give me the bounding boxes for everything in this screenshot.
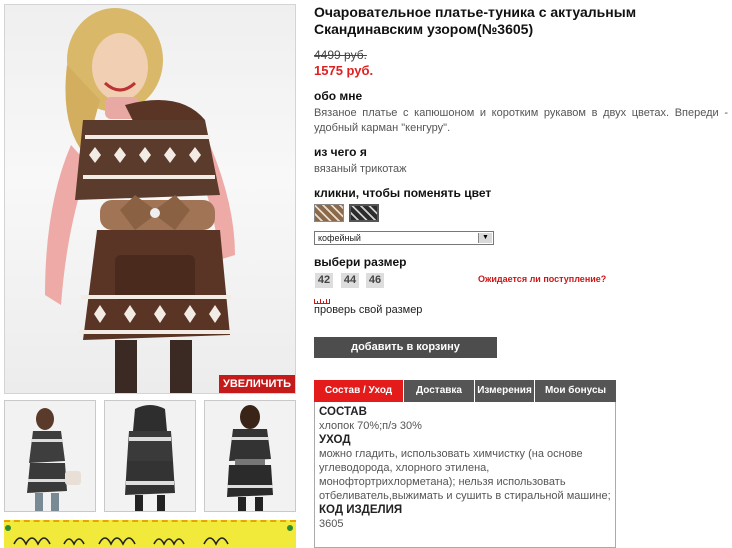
tab-bonuses[interactable]: Мои бонусы [535,380,616,402]
thumbnail-side[interactable] [204,400,296,512]
code-value: 3605 [319,518,344,530]
color-select[interactable]: кофейный ▼ [314,231,494,245]
info-tabs: Состав / Уход Доставка Измерения Мои бон… [314,380,616,402]
zoom-button[interactable]: УВЕЛИЧИТЬ [218,375,295,393]
tab-delivery[interactable]: Доставка [404,380,475,402]
promo-banner-art [5,525,293,546]
composition-text: хлопок 70%;п/э 30% [319,420,422,432]
about-heading: обо мне [314,89,363,103]
color-swatch-coffee[interactable] [314,204,344,222]
availability-link[interactable]: Ожидается ли поступление? [478,274,606,284]
model-illustration [45,8,235,393]
code-heading: КОД ИЗДЕЛИЯ [319,504,403,516]
thumbnail-back-image [125,405,175,511]
size-option-42[interactable]: 42 [315,273,333,288]
promo-banner[interactable] [4,520,296,548]
color-select-value: кофейный [318,233,361,243]
thumbnail-front[interactable] [4,400,96,512]
add-to-cart-button[interactable]: добавить в корзину [314,337,497,358]
color-heading: кликни, чтобы поменять цвет [314,186,492,200]
material-heading: из чего я [314,145,367,159]
material-text: вязаный трикотаж [314,163,407,175]
composition-heading: СОСТАВ [319,406,367,418]
tab-composition[interactable]: Состав / Уход [314,380,404,402]
size-heading: выбери размер [314,255,407,269]
ruler-icon [314,297,330,304]
thumbnail-front-image [27,408,81,511]
chevron-down-icon: ▼ [478,233,492,243]
size-option-44[interactable]: 44 [341,273,359,288]
care-text: можно гладить, использовать химчистку (н… [319,448,611,502]
thumbnail-back[interactable] [104,400,196,512]
about-text: Вязаное платье с капюшоном и коротким ру… [314,107,728,134]
old-price: 4499 руб. [314,48,367,62]
tab-measurements[interactable]: Измерения [475,380,535,402]
thumbnail-side-image [227,405,273,511]
product-title: Очаровательное платье-туника с актуальны… [314,4,637,37]
care-heading: УХОД [319,434,351,446]
main-product-photo[interactable]: УВЕЛИЧИТЬ [4,4,296,394]
size-guide-link[interactable]: проверь свой размер [314,304,422,316]
current-price: 1575 руб. [314,63,374,78]
size-option-46[interactable]: 46 [366,273,384,288]
color-swatch-black[interactable] [349,204,379,222]
tab-content: СОСТАВ хлопок 70%;п/э 30% УХОД можно гла… [314,402,616,548]
